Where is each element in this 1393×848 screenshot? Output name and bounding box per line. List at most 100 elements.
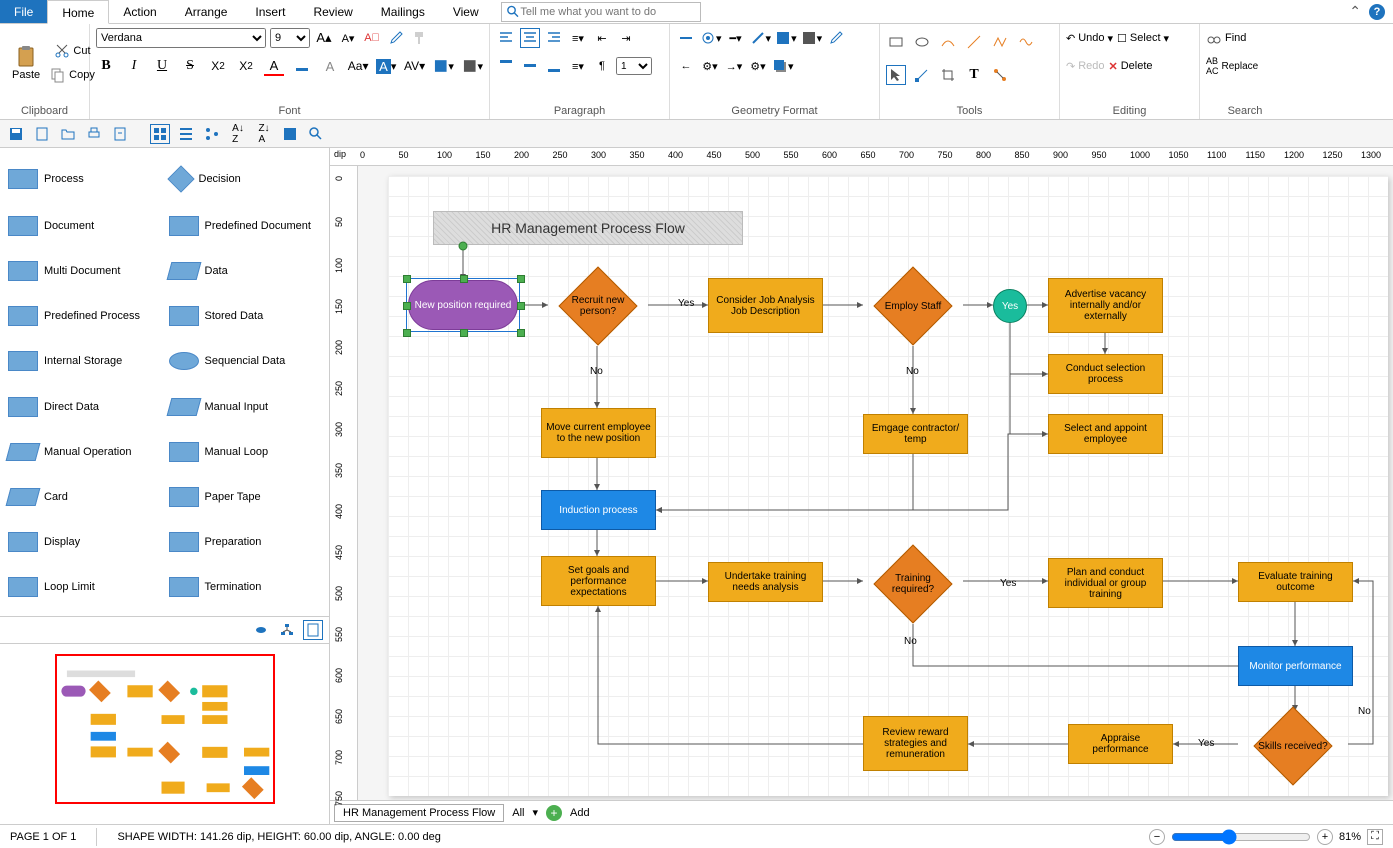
text-tool-icon[interactable]: T [964, 65, 984, 85]
node-set_goals[interactable]: Set goals and performance expectations [541, 556, 656, 606]
char-spacing-button[interactable]: AV▾ [404, 56, 425, 76]
selection-handles[interactable] [406, 278, 520, 332]
arrow-start-icon[interactable]: ← [676, 56, 696, 76]
arrow-end-icon[interactable]: →▾ [724, 56, 744, 76]
text-gradient-button[interactable]: ▾ [462, 56, 483, 76]
shape-item-paper-tape[interactable]: Paper Tape [165, 476, 326, 517]
resize-handle[interactable] [517, 275, 525, 283]
shadow-icon[interactable]: ▾ [772, 56, 794, 76]
highlight-button[interactable] [292, 56, 312, 76]
menu-tab-action[interactable]: Action [109, 0, 170, 23]
cut-button[interactable]: Cut [50, 41, 95, 61]
node-engage[interactable]: Emgage contractor/ temp [863, 414, 968, 454]
undo-button[interactable]: ↶ Undo▾ [1066, 28, 1113, 48]
node-conduct_sel[interactable]: Conduct selection process [1048, 354, 1163, 394]
node-consider[interactable]: Consider Job Analysis Job Description [708, 278, 823, 333]
node-monitor[interactable]: Monitor performance [1238, 646, 1353, 686]
line-gear-icon[interactable]: ▾ [700, 28, 722, 48]
node-undertake[interactable]: Undertake training needs analysis [708, 562, 823, 602]
arrow-gear2-icon[interactable]: ⚙▾ [748, 56, 768, 76]
sort-az-icon[interactable]: A↓Z [228, 124, 248, 144]
font-family-select[interactable]: Verdana [96, 28, 266, 48]
preview-tree-icon[interactable] [277, 620, 297, 640]
shape-item-stored-data[interactable]: Stored Data [165, 296, 326, 337]
diagram-title[interactable]: HR Management Process Flow [433, 211, 743, 245]
underline-button[interactable]: U [152, 56, 172, 76]
font-size-select[interactable]: 9 [270, 28, 310, 48]
paste-button[interactable]: Paste [6, 43, 46, 83]
align-center-icon[interactable] [520, 28, 540, 48]
node-skills_q[interactable]: Skills received? [1253, 716, 1333, 776]
node-advertise[interactable]: Advertise vacancy internally and/or exte… [1048, 278, 1163, 333]
para-mark-icon[interactable]: ¶ [592, 56, 612, 76]
strike-button[interactable]: S [180, 56, 200, 76]
valign-top-icon[interactable] [496, 56, 516, 76]
freehand-tool-icon[interactable] [1016, 32, 1036, 52]
align-right-icon[interactable] [544, 28, 564, 48]
preview-shape-icon[interactable] [251, 620, 271, 640]
node-appraise[interactable]: Appraise performance [1068, 724, 1173, 764]
copy-button[interactable]: Copy [50, 65, 95, 85]
curve-tool-icon[interactable] [938, 32, 958, 52]
zoom-in-button[interactable]: + [1317, 829, 1333, 845]
shape-item-termination[interactable]: Termination [165, 567, 326, 608]
line-style-icon[interactable] [676, 28, 696, 48]
gradient-icon[interactable]: ▾ [801, 28, 823, 48]
resize-handle[interactable] [517, 329, 525, 337]
bullets-icon[interactable]: ≡▾ [568, 28, 588, 48]
shape-item-process[interactable]: Process [4, 156, 165, 201]
decrease-font-icon[interactable]: A▾ [338, 28, 358, 48]
fit-page-icon[interactable]: ⛶ [1367, 829, 1383, 845]
edit-points-icon[interactable] [912, 65, 932, 85]
shape-item-data[interactable]: Data [165, 250, 326, 291]
tell-me-search[interactable] [501, 2, 701, 22]
align-left-icon[interactable] [496, 28, 516, 48]
page-thumbnail[interactable] [55, 654, 275, 804]
menu-tab-insert[interactable]: Insert [241, 0, 299, 23]
shape-item-preparation[interactable]: Preparation [165, 522, 326, 563]
node-eval_train[interactable]: Evaluate training outcome [1238, 562, 1353, 602]
clear-format-icon[interactable]: A⃠ [362, 28, 382, 48]
shape-item-sequencial-data[interactable]: Sequencial Data [165, 341, 326, 382]
shape-item-display[interactable]: Display [4, 522, 165, 563]
tab-dropdown-icon[interactable]: ▾ [532, 806, 538, 819]
line-color-icon[interactable]: ▾ [750, 28, 772, 48]
crop-tool-icon[interactable] [938, 65, 958, 85]
shape-item-manual-loop[interactable]: Manual Loop [165, 431, 326, 472]
list-icon[interactable] [176, 124, 196, 144]
resize-handle[interactable] [460, 275, 468, 283]
ellipse-tool-icon[interactable] [912, 32, 932, 52]
font-color-button[interactable]: A [264, 56, 284, 76]
connector-tool-icon[interactable] [990, 65, 1010, 85]
collapse-ribbon-icon[interactable]: ⌃ [1349, 3, 1361, 20]
node-move_emp[interactable]: Move current employee to the new positio… [541, 408, 656, 458]
node-training_q[interactable]: Training required? [873, 554, 953, 614]
resize-handle[interactable] [403, 302, 411, 310]
export-icon[interactable] [110, 124, 130, 144]
menu-tab-view[interactable]: View [439, 0, 493, 23]
indent-inc-icon[interactable]: ⇥ [616, 28, 636, 48]
node-yes_circle[interactable]: Yes [993, 289, 1027, 323]
new-icon[interactable] [32, 124, 52, 144]
increase-font-icon[interactable]: A▴ [314, 28, 334, 48]
redo-button[interactable]: ↷ Redo [1066, 56, 1105, 76]
italic-button[interactable]: I [124, 56, 144, 76]
resize-handle[interactable] [460, 329, 468, 337]
shape-item-decision[interactable]: Decision [165, 156, 326, 201]
menu-tab-mailings[interactable]: Mailings [367, 0, 439, 23]
zoom-out-button[interactable]: − [1149, 829, 1165, 845]
justify-icon[interactable]: ≡▾ [568, 56, 588, 76]
zoom-slider[interactable] [1171, 829, 1311, 845]
text-effects-button[interactable]: A [320, 56, 340, 76]
sort-za-icon[interactable]: Z↓A [254, 124, 274, 144]
tab-all[interactable]: All [512, 807, 524, 819]
page-tab-current[interactable]: HR Management Process Flow [334, 804, 504, 822]
format-painter-icon[interactable] [410, 28, 430, 48]
node-select_appoint[interactable]: Select and appoint employee [1048, 414, 1163, 454]
menu-tab-review[interactable]: Review [299, 0, 366, 23]
save-icon[interactable] [6, 124, 26, 144]
delete-button[interactable]: ✕ Delete [1109, 56, 1153, 76]
open-icon[interactable] [58, 124, 78, 144]
line-tool-icon[interactable] [964, 32, 984, 52]
pointer-tool-icon[interactable] [886, 65, 906, 85]
